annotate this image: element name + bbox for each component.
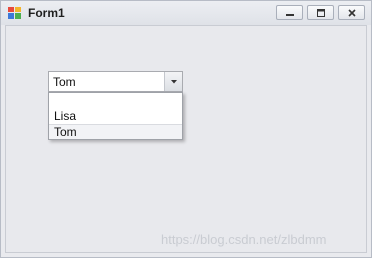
dropdown-item-lisa[interactable]: Lisa (49, 109, 182, 124)
close-button[interactable] (338, 5, 365, 20)
minimize-button[interactable] (276, 5, 303, 20)
title-bar[interactable]: Form1 (1, 1, 371, 25)
chevron-down-icon (170, 79, 177, 83)
combobox-dropdown-button[interactable] (164, 72, 182, 91)
dropdown-item-empty[interactable] (49, 94, 182, 109)
maximize-icon (316, 8, 325, 17)
dropdown-item-tom[interactable]: Tom (49, 124, 182, 139)
window-title: Form1 (28, 6, 65, 20)
watermark-text: https://blog.csdn.net/zlbdmm (161, 232, 327, 247)
form-app-icon (8, 7, 21, 19)
minimize-icon (285, 13, 294, 16)
combobox-selected-value[interactable]: Tom (53, 75, 76, 89)
maximize-button[interactable] (307, 5, 334, 20)
close-icon (347, 8, 356, 17)
combobox-dropdown-list[interactable]: Lisa Tom (48, 92, 183, 140)
name-combobox[interactable]: Tom (48, 71, 183, 92)
application-window: Form1 Tom Lisa Tom https://blog.csdn.net… (0, 0, 372, 258)
